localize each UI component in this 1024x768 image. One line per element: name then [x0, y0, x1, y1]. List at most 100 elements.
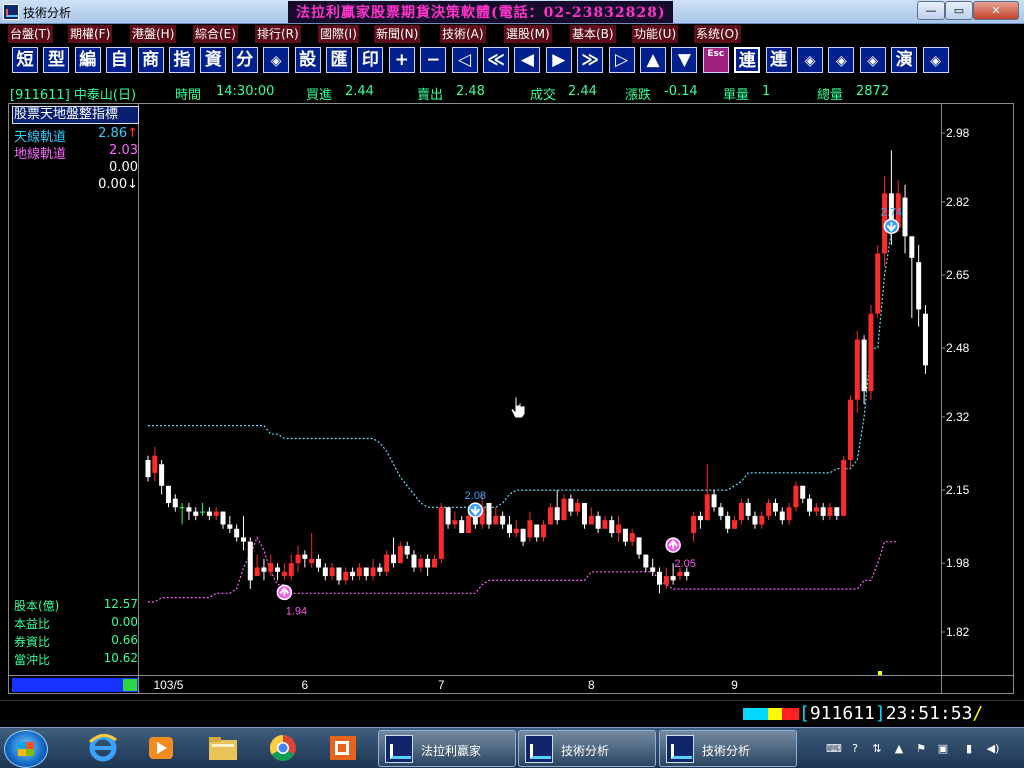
start-button[interactable]	[4, 730, 48, 768]
candle-body	[772, 502, 778, 512]
lower-band-line	[148, 535, 899, 603]
candle-body	[527, 520, 533, 538]
y-tick-label: 1.98	[946, 556, 970, 570]
signal-icon[interactable]: ▮	[962, 742, 976, 755]
x-tick-label: 8	[588, 678, 595, 692]
candle-body	[588, 515, 594, 525]
candle-body	[506, 524, 512, 534]
candle-body	[711, 494, 717, 508]
candle-body	[547, 507, 553, 525]
y-tick-label: 2.82	[946, 195, 970, 209]
candle-body	[766, 502, 772, 516]
y-tick-label: 2.32	[946, 410, 970, 424]
candle-body	[793, 485, 799, 508]
candle-body	[152, 455, 158, 473]
ie-browser-icon[interactable]	[86, 732, 120, 764]
show-hidden-icon[interactable]: ▲	[892, 742, 906, 755]
candle-body	[636, 537, 642, 555]
candle-body	[827, 507, 833, 516]
candle-body	[268, 563, 274, 572]
candle-body	[568, 498, 574, 512]
candle-body	[343, 571, 349, 581]
taskbar-window-label: 法拉利贏家	[421, 744, 482, 758]
candle-body	[350, 571, 356, 577]
hand-cursor-icon	[510, 396, 526, 419]
candle-body	[411, 554, 417, 568]
candle-body	[377, 567, 383, 572]
help-icon[interactable]: ?	[848, 742, 862, 755]
taskbar-window-0[interactable]: 法拉利贏家	[378, 730, 516, 767]
keyboard-icon[interactable]: ⌨	[826, 742, 842, 755]
candle-body	[834, 507, 840, 516]
app-window-icon	[385, 735, 413, 763]
tray-network-icon[interactable]: ⇅	[870, 742, 884, 755]
candle-body	[500, 515, 506, 525]
candle-body	[807, 498, 813, 512]
candle-body	[916, 262, 922, 310]
x-tick-label: 9	[731, 678, 738, 692]
candle-body	[718, 507, 724, 516]
candle-body	[206, 511, 212, 516]
candle-body	[275, 567, 281, 572]
candle-body	[247, 541, 253, 581]
candle-body	[732, 520, 738, 529]
candle-body	[240, 537, 246, 542]
candle-body	[281, 571, 287, 577]
candle-body	[213, 511, 219, 516]
candle-body	[513, 528, 519, 534]
volume-icon[interactable]: ◀)	[986, 742, 1000, 755]
device-icon[interactable]: ▣	[936, 742, 950, 755]
media-player-icon[interactable]	[144, 732, 178, 764]
chrome-browser-icon[interactable]	[266, 732, 300, 764]
candle-body	[431, 558, 437, 568]
file-explorer-icon[interactable]	[206, 732, 240, 764]
candle-body	[622, 528, 628, 542]
candle-body	[165, 485, 171, 503]
candle-body	[561, 498, 567, 521]
candle-body	[418, 558, 424, 568]
candle-body	[391, 554, 397, 564]
candle-body	[813, 507, 819, 512]
candle-body	[841, 459, 847, 516]
taskbar-window-1[interactable]: 技術分析	[518, 730, 656, 767]
candle-body	[677, 571, 683, 577]
candle-body	[595, 515, 601, 529]
candle-body	[493, 515, 499, 525]
y-tick-label: 2.15	[946, 483, 970, 497]
candle-body	[847, 399, 853, 460]
candle-body	[581, 502, 587, 525]
candle-body	[159, 464, 165, 486]
candle-body	[329, 567, 335, 577]
candlestick-chart[interactable]: 1.82 1.98 2.15 2.32 2.48 2.65 2.82 2.98 103/5 6 7 8…	[0, 0, 1024, 700]
candle-body	[854, 339, 860, 400]
candle-body	[725, 515, 731, 529]
candle-body	[179, 507, 185, 509]
app-window-icon	[525, 735, 553, 763]
x-tick-label: 6	[302, 678, 309, 692]
candle-body	[425, 558, 431, 568]
taskbar-window-label: 技術分析	[702, 744, 751, 758]
candle-body	[922, 313, 928, 366]
x-tick-label: 7	[438, 678, 445, 692]
candle-body	[445, 507, 451, 525]
status-color-indicator	[743, 708, 799, 720]
candle-body	[861, 339, 867, 392]
status-code-clock: [911611]23:51:53/	[799, 703, 984, 724]
flag-icon[interactable]: ⚑	[914, 742, 928, 755]
candle-body	[643, 554, 649, 568]
taskbar-window-2[interactable]: 技術分析	[659, 730, 797, 767]
candle-body	[759, 515, 765, 525]
candle-body	[302, 554, 308, 559]
candle-body	[657, 571, 662, 585]
taskbar-window-label: 技術分析	[561, 744, 610, 758]
candle-body	[193, 511, 199, 516]
candle-body	[261, 567, 267, 572]
candle-body	[520, 528, 526, 542]
candle-body	[172, 498, 178, 508]
status-clock: 23:51:53	[885, 703, 973, 724]
candle-body	[295, 554, 301, 564]
candle-body	[752, 515, 758, 525]
office-app-icon[interactable]	[326, 732, 360, 764]
candle-body	[397, 545, 403, 564]
app-window-icon	[666, 735, 694, 763]
